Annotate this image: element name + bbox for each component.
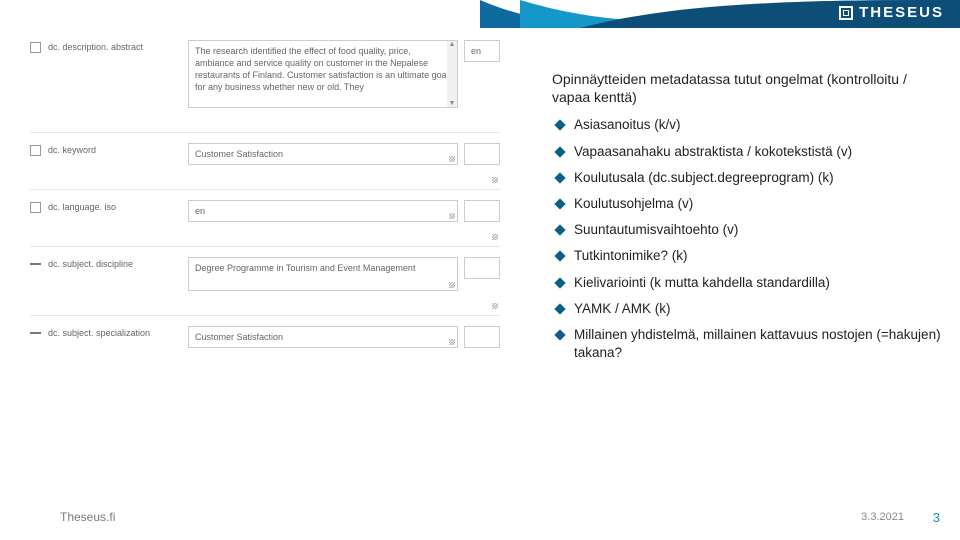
form-row-discipline: dc. subject. discipline Degree Programme… — [30, 246, 500, 315]
list-item: Asiasanoitus (k/v) — [552, 116, 942, 134]
resize-handle-icon[interactable] — [447, 154, 455, 162]
resize-handle-icon[interactable] — [447, 337, 455, 345]
content-block: Opinnäytteiden metadatassa tutut ongelma… — [552, 70, 942, 371]
list-item: Tutkintonimike? (k) — [552, 247, 942, 265]
content-heading: Opinnäytteiden metadatassa tutut ongelma… — [552, 70, 942, 106]
brand-name: THESEUS — [859, 4, 944, 21]
footer-site: Theseus.fi — [60, 510, 115, 524]
checkbox[interactable] — [30, 143, 48, 156]
bullet-list: Asiasanoitus (k/v) Vapaasanahaku abstrak… — [552, 116, 942, 362]
resize-handle-icon[interactable] — [490, 175, 498, 183]
specialization-value: Customer Satisfaction — [195, 332, 283, 342]
language-iso-input[interactable]: en — [188, 200, 458, 222]
abstract-value: The research identified the effect of fo… — [195, 46, 449, 92]
list-item: YAMK / AMK (k) — [552, 300, 942, 318]
resize-handle-icon[interactable] — [447, 211, 455, 219]
list-item: Vapaasanahaku abstraktista / kokotekstis… — [552, 143, 942, 161]
brand: THESEUS — [839, 4, 944, 21]
form-row-specialization: dc. subject. specialization Customer Sat… — [30, 315, 500, 358]
discipline-value: Degree Programme in Tourism and Event Ma… — [195, 263, 415, 273]
list-item: Suuntautumisvaihtoehto (v) — [552, 221, 942, 239]
language-iso-value: en — [195, 206, 205, 216]
keyword-value: Customer Satisfaction — [195, 149, 283, 159]
slide-footer: Theseus.fi 3.3.2021 3 — [0, 510, 960, 524]
list-item: Kielivariointi (k mutta kahdella standar… — [552, 274, 942, 292]
resize-handle-icon[interactable] — [490, 301, 498, 309]
field-label: dc. subject. specialization — [48, 326, 188, 338]
language-value: en — [471, 46, 481, 56]
specialization-input[interactable]: Customer Satisfaction — [188, 326, 458, 348]
reorder-handle[interactable] — [30, 257, 48, 265]
scrollbar[interactable]: ▲ ▼ — [447, 41, 457, 107]
language-input[interactable]: en — [464, 40, 500, 62]
list-item: Millainen yhdistelmä, millainen kattavuu… — [552, 326, 942, 362]
abstract-textarea[interactable]: The research identified the effect of fo… — [188, 40, 458, 108]
metadata-form: dc. description. abstract The research i… — [30, 30, 500, 358]
form-row-keyword: dc. keyword Customer Satisfaction — [30, 132, 500, 189]
scroll-down-icon[interactable]: ▼ — [449, 100, 456, 107]
brand-logo-icon — [839, 6, 853, 20]
slide: THESEUS dc. description. abstract The re… — [0, 0, 960, 540]
form-row-abstract: dc. description. abstract The research i… — [30, 30, 500, 132]
form-row-language: dc. language. iso en — [30, 189, 500, 246]
list-item: Koulutusohjelma (v) — [552, 195, 942, 213]
footer-date: 3.3.2021 — [861, 511, 904, 523]
field-label: dc. description. abstract — [48, 40, 188, 52]
discipline-input[interactable]: Degree Programme in Tourism and Event Ma… — [188, 257, 458, 291]
slide-header: THESEUS — [0, 0, 960, 28]
list-item: Koulutusala (dc.subject.degreeprogram) (… — [552, 169, 942, 187]
footer-page-number: 3 — [933, 510, 940, 525]
aux-input[interactable] — [464, 143, 500, 165]
reorder-handle[interactable] — [30, 326, 48, 334]
field-label: dc. keyword — [48, 143, 188, 155]
resize-handle-icon[interactable] — [490, 232, 498, 240]
aux-input[interactable] — [464, 326, 500, 348]
keyword-input[interactable]: Customer Satisfaction — [188, 143, 458, 165]
field-label: dc. subject. discipline — [48, 257, 188, 269]
scroll-up-icon[interactable]: ▲ — [449, 41, 456, 48]
checkbox[interactable] — [30, 40, 48, 53]
aux-input[interactable] — [464, 200, 500, 222]
aux-input[interactable] — [464, 257, 500, 279]
field-label: dc. language. iso — [48, 200, 188, 212]
checkbox[interactable] — [30, 200, 48, 213]
resize-handle-icon[interactable] — [447, 280, 455, 288]
